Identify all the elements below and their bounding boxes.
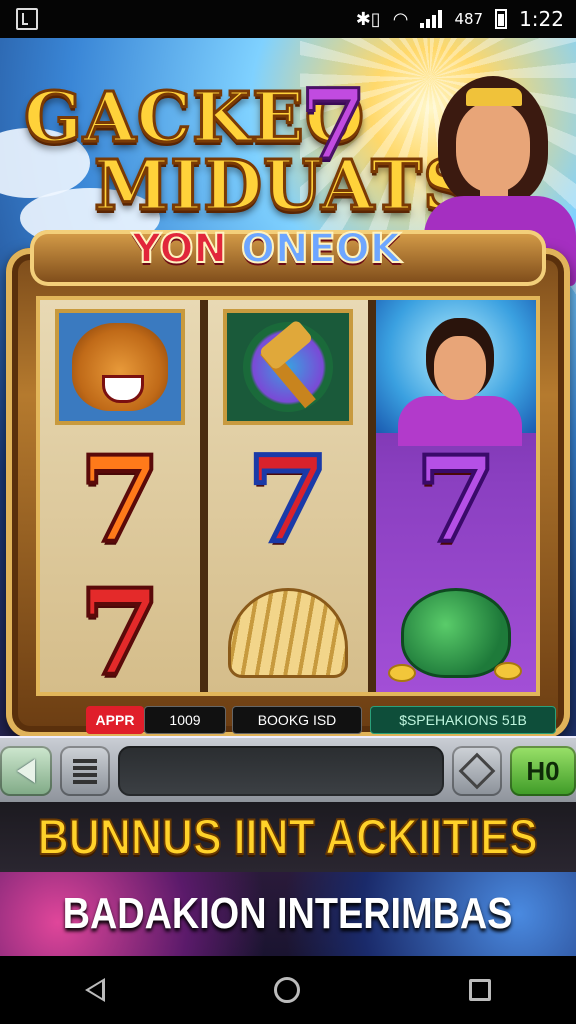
symbol-seven: 7 [77,562,163,692]
status-bar: ✱▯ ◠ 487 1:22 [0,0,576,38]
bonus-banner-text: BUNNUS IINT ACKIITIES [37,808,539,866]
game-title-line2: MIDUATS [92,145,474,228]
nav-recents-icon[interactable] [469,979,492,1001]
princess-icon [376,300,536,446]
bet-label: APPR [86,706,144,734]
gavel-icon [243,321,333,412]
battery-text: 487 [454,10,484,28]
clock: 1:22 [519,7,564,31]
control-bar: H0 [0,736,576,802]
diamond-button[interactable] [452,746,502,796]
android-nav-bar [0,956,576,1024]
symbol-seven: 7 [413,429,499,569]
bonus-banner: BUNNUS IINT ACKIITIES [0,802,576,872]
coin-icon [388,664,416,682]
info-banner-text: BADAKION INTERIMBAS [63,889,513,938]
bet-value: 1009 [144,706,226,734]
bluetooth-vibrate-icon: ✱▯ [355,8,381,30]
go-button[interactable]: H0 [510,746,576,796]
symbol-seven: 7 [77,429,163,569]
battery-icon [495,9,508,29]
reels[interactable]: 7 7 7 7 [36,296,540,696]
reel-1: 7 7 [40,300,200,692]
lion-icon [72,322,168,411]
gallery-notification-icon [16,8,38,30]
symbol-gavel [208,300,368,433]
pot-icon [401,587,511,678]
book-display: BOOKG ISD [232,706,362,734]
game-stage: GACKEO 7 MIDUATS YON ONEOK 7 7 7 7 APPR [0,38,576,956]
symbol-pot [376,566,536,692]
menu-button[interactable] [60,746,110,796]
symbol-shell [208,566,368,692]
back-arrow-button[interactable] [0,746,52,796]
signal-icon [420,10,443,28]
game-subtitle: YON ONEOK [131,225,402,273]
nav-home-icon[interactable] [273,977,300,1003]
coin-icon [494,662,522,680]
spec-display: $SPEHAKIONS 51B [370,706,556,734]
symbol-lion [40,300,200,433]
message-display [118,746,444,796]
info-banner: BADAKION INTERIMBAS [0,872,576,956]
nav-back-icon[interactable] [84,978,105,1002]
reel-2: 7 [208,300,368,692]
symbol-princess [376,300,536,446]
reel-3: 7 [376,300,536,692]
shell-icon [228,587,348,678]
symbol-seven: 7 [244,429,331,569]
wifi-icon: ◠ [392,8,409,30]
